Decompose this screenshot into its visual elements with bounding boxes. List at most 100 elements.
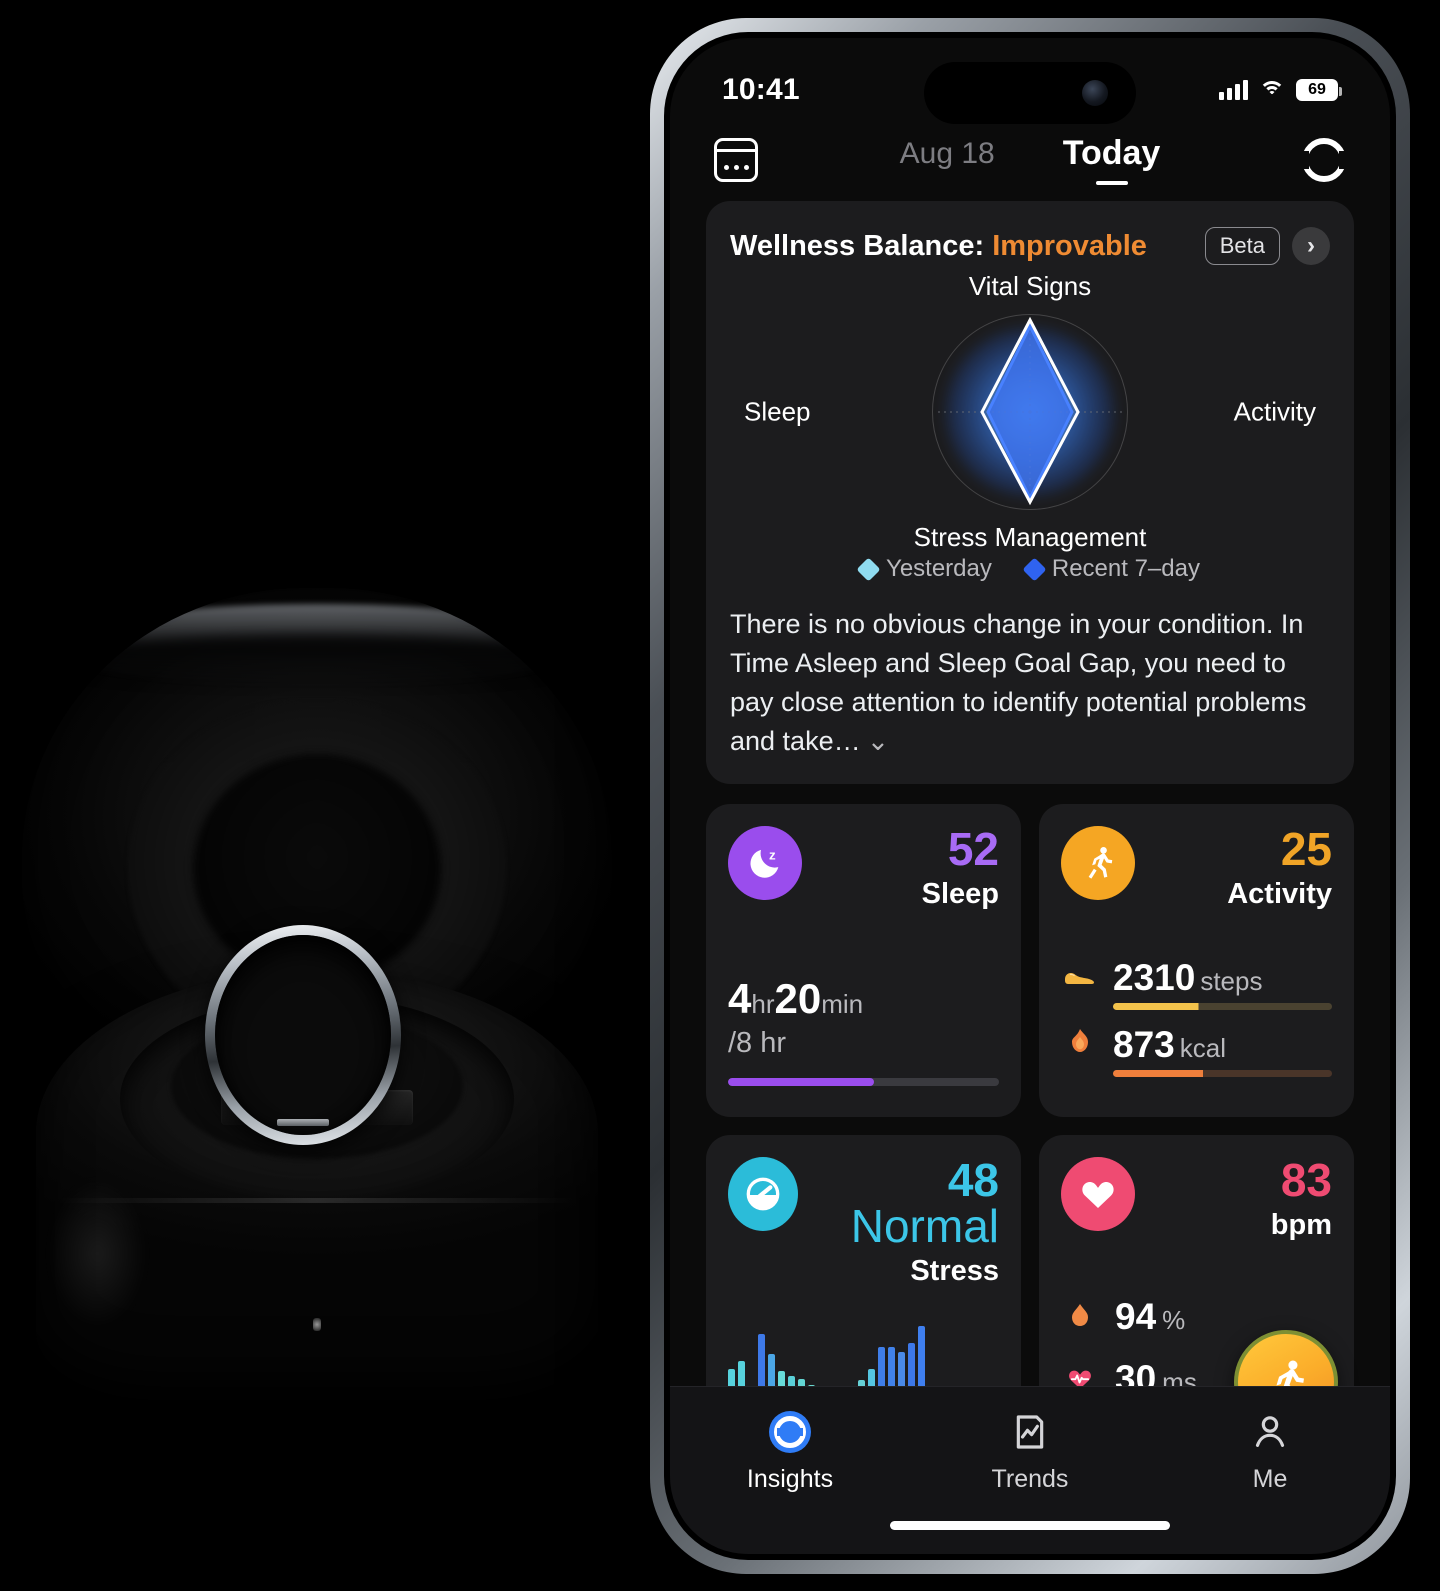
legend-item-yesterday: Yesterday (856, 555, 992, 583)
stress-gauge-icon (728, 1156, 799, 1231)
ring-inner-shadow (215, 935, 391, 1135)
battery-icon: 69 (1296, 79, 1342, 101)
chevron-down-icon[interactable]: ⌄ (867, 722, 890, 761)
legend-label-yesterday: Yesterday (886, 555, 992, 582)
radar-axis-vital-signs: Vital Signs (968, 271, 1092, 301)
activity-steps-progress (1113, 1002, 1332, 1010)
wellness-header: Wellness Balance: Improvable Beta › (730, 227, 1330, 265)
calendar-icon[interactable] (714, 137, 758, 182)
screenshot-stage: 10:41 69 Aug 18 Today Wellness Balance: … (0, 0, 1440, 1591)
ring-contact-strip (277, 1119, 329, 1126)
wellness-title: Wellness Balance: Improvable (730, 230, 1193, 263)
wellness-balance-card[interactable]: Wellness Balance: Improvable Beta › Vita… (706, 201, 1354, 784)
main-content: Wellness Balance: Improvable Beta › Vita… (670, 195, 1390, 784)
profile-person-glyph (1255, 1416, 1285, 1447)
activity-score-block: 25 Activity (1227, 826, 1332, 911)
sleep-minutes: 20 (774, 974, 822, 1022)
sleep-hours-unit: hr (751, 988, 775, 1019)
home-indicator (890, 1521, 1170, 1530)
sleep-hours: 4 (728, 974, 752, 1022)
activity-calories-progress (1113, 1069, 1332, 1077)
tab-me[interactable]: Me (1150, 1409, 1390, 1494)
radar-svg (938, 316, 1122, 506)
sleep-card[interactable]: z 52 Sleep 4hr20min /8 hr (706, 803, 1021, 1117)
cellular-signal-icon (1219, 80, 1248, 100)
front-camera-icon (1082, 80, 1108, 106)
led-indicator (312, 1318, 321, 1332)
wellness-description[interactable]: There is no obvious change in your condi… (730, 605, 1330, 762)
svg-text:z: z (769, 847, 776, 862)
shoe-icon (1061, 959, 1099, 993)
chevron-right-icon[interactable]: › (1292, 227, 1330, 265)
activity-steps-unit: steps (1200, 965, 1263, 996)
wifi-icon (1259, 80, 1285, 100)
trends-chart-icon (1007, 1409, 1053, 1455)
tab-aug-18[interactable]: Aug 18 (900, 137, 995, 183)
radar-axis-stress-management: Stress Management (913, 522, 1147, 552)
spo2-value: 94 (1115, 1295, 1157, 1337)
activity-steps-value-row: 2310 steps (1113, 959, 1332, 996)
phone-device: 10:41 69 Aug 18 Today Wellness Balance: … (650, 18, 1410, 1574)
phone-bezel: 10:41 69 Aug 18 Today Wellness Balance: … (664, 32, 1396, 1560)
sleep-card-header: z 52 Sleep (728, 825, 999, 911)
status-bar: 10:41 69 (670, 38, 1390, 124)
heart-icon (1061, 1156, 1135, 1231)
calendar-dots (717, 164, 755, 170)
wellness-radar-chart: Vital Signs Activity Stress Management S… (730, 271, 1330, 553)
legend-label-recent7day: Recent 7–day (1051, 555, 1200, 582)
heart-bpm-label: bpm (1270, 1208, 1332, 1241)
tab-trends[interactable]: Trends (910, 1409, 1150, 1494)
sleep-progress-fill (728, 1077, 875, 1086)
wellness-description-text: There is no obvious change in your condi… (730, 609, 1307, 757)
tab-me-label: Me (1252, 1465, 1288, 1493)
beta-badge: Beta (1204, 227, 1280, 265)
sleep-score-block: 52 Sleep (922, 826, 999, 911)
app-navbar: Aug 18 Today (670, 116, 1390, 195)
insights-ring-icon (767, 1409, 813, 1455)
status-indicators: 69 (1219, 79, 1342, 101)
stress-state: Normal (850, 1199, 999, 1252)
activity-steps-value: 2310 (1113, 956, 1196, 998)
radar-legend: Yesterday Recent 7–day (730, 555, 1330, 583)
tab-insights-label: Insights (746, 1465, 834, 1493)
sleep-duration: 4hr20min (728, 975, 999, 1023)
activity-card[interactable]: 25 Activity 2310 steps 873 kcal (1039, 803, 1354, 1117)
heart-score-block: 83 bpm (1271, 1157, 1332, 1242)
bottom-tab-bar: Insights Trends Me (670, 1386, 1390, 1554)
tab-trends-label: Trends (991, 1465, 1069, 1493)
date-tabs: Aug 18 Today (758, 134, 1302, 185)
legend-diamond-yesterday (856, 556, 881, 582)
heart-bpm-value: 83 (1280, 1153, 1332, 1206)
activity-card-header: 25 Activity (1061, 825, 1332, 911)
tab-insights[interactable]: Insights (670, 1409, 910, 1494)
radar-axis-activity: Activity (1233, 396, 1316, 427)
legend-diamond-recent7day (1022, 556, 1047, 582)
heart-glyph (1082, 1181, 1114, 1208)
running-person-icon (1061, 825, 1135, 900)
radar-axis-sleep: Sleep (744, 396, 811, 427)
product-photo-smart-ring-case (0, 570, 640, 1570)
stress-gauge-glyph (746, 1177, 780, 1210)
radar-plot (930, 312, 1130, 512)
shoe-glyph (1065, 972, 1094, 984)
stress-card-header: 48 Normal Stress (728, 1156, 999, 1288)
activity-rows: 2310 steps 873 kcal (1061, 959, 1332, 1077)
activity-row-calories: 873 kcal (1061, 1026, 1332, 1077)
heart-card-header: 83 bpm (1061, 1156, 1332, 1242)
flame-icon (1061, 1026, 1099, 1060)
running-person-glyph (1088, 846, 1113, 879)
profile-person-icon (1247, 1409, 1293, 1455)
spo2-unit: % (1162, 1304, 1186, 1335)
tab-today[interactable]: Today (1063, 134, 1161, 185)
dynamic-island (924, 62, 1136, 124)
trends-chart-glyph (1016, 1415, 1044, 1449)
sleep-score: 52 (947, 822, 999, 875)
stress-score-row: 48 Normal (798, 1157, 999, 1249)
sleep-goal: /8 hr (728, 1026, 787, 1059)
stress-score-block: 48 Normal Stress (798, 1157, 999, 1288)
phone-screen: 10:41 69 Aug 18 Today Wellness Balance: … (670, 38, 1390, 1554)
activity-calories-value-row: 873 kcal (1113, 1026, 1332, 1063)
sync-ring-icon[interactable] (1302, 137, 1346, 182)
activity-steps-body: 2310 steps (1113, 959, 1332, 1010)
blood-drop-glyph (1072, 1303, 1088, 1326)
